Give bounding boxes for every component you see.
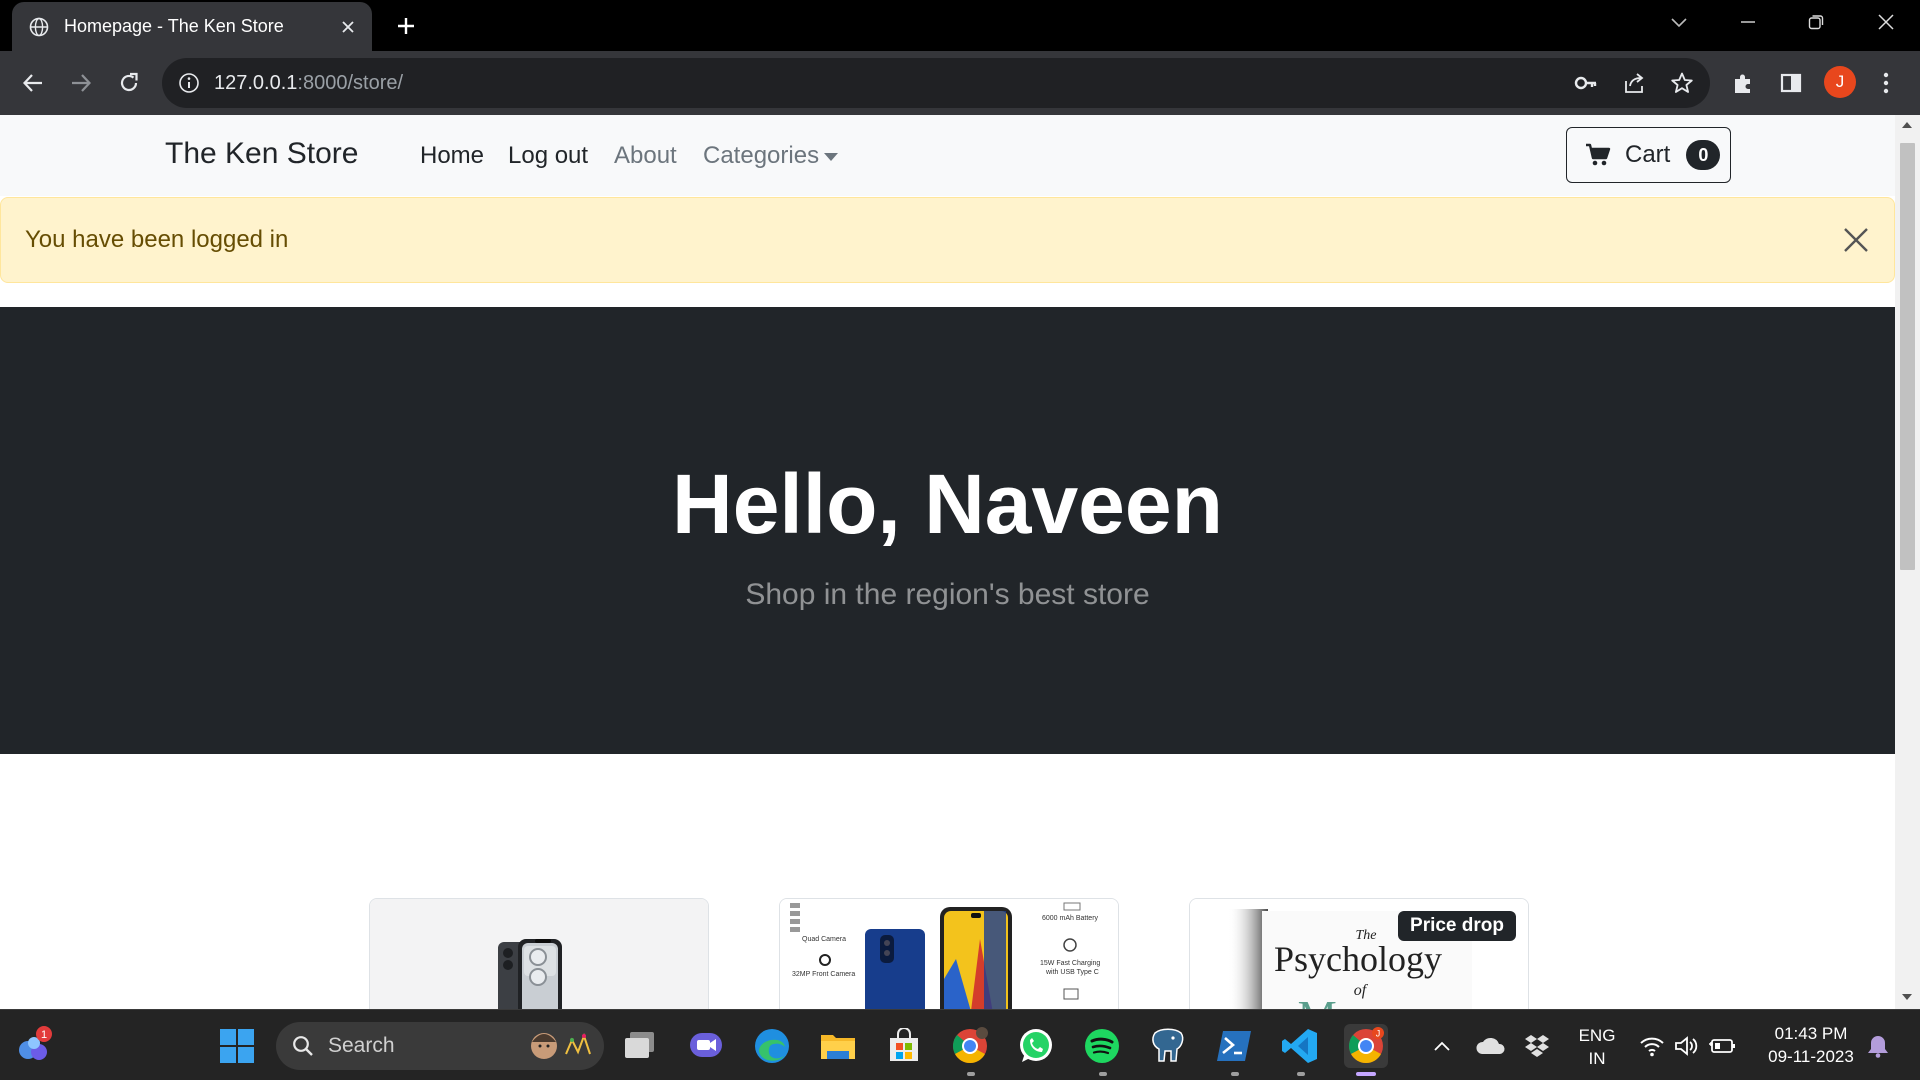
- browser-menu-icon[interactable]: [1866, 63, 1906, 103]
- search-highlight-illustration-icon: [526, 1026, 596, 1066]
- box-text-usb: with USB Type C: [1045, 969, 1099, 976]
- meet-chat-icon[interactable]: [684, 1024, 728, 1068]
- file-explorer-icon[interactable]: [816, 1024, 860, 1068]
- region-code: IN: [1588, 1049, 1606, 1068]
- site-info-icon[interactable]: [178, 72, 200, 94]
- side-panel-icon[interactable]: [1771, 63, 1811, 103]
- page-scrollbar[interactable]: [1895, 115, 1920, 1009]
- product-image[interactable]: [370, 899, 708, 1009]
- url-text[interactable]: 127.0.0.1:8000/store/: [214, 72, 403, 95]
- bookmark-star-icon[interactable]: [1670, 71, 1694, 95]
- book-title-money: Money: [1298, 992, 1423, 1009]
- browser-titlebar: Homepage - The Ken Store: [0, 0, 1920, 51]
- reload-button[interactable]: [109, 63, 149, 103]
- clock[interactable]: 01:43 PM 09-11-2023: [1752, 1022, 1870, 1068]
- nav-about[interactable]: About: [614, 142, 677, 170]
- language-indicator[interactable]: ENG IN: [1572, 1024, 1622, 1070]
- samsung-phone-box-image: Quad Camera 32MP Front Camera 6000 mAh B…: [790, 902, 1100, 1009]
- new-tab-button[interactable]: [388, 8, 424, 44]
- active-app-indicator: [1356, 1072, 1376, 1076]
- search-label: Search: [328, 1034, 395, 1057]
- notification-bell-icon[interactable]: [1856, 1024, 1900, 1068]
- minimize-icon[interactable]: [1720, 0, 1776, 44]
- scroll-down-arrow-icon[interactable]: [1901, 993, 1913, 1001]
- spotify-running-indicator: [1099, 1072, 1107, 1076]
- share-icon[interactable]: [1622, 71, 1646, 95]
- profile-avatar[interactable]: J: [1824, 66, 1856, 98]
- dropbox-icon[interactable]: [1515, 1024, 1559, 1068]
- vscode-icon[interactable]: [1278, 1024, 1322, 1068]
- taskbar-search[interactable]: Search: [276, 1022, 604, 1070]
- spotify-icon[interactable]: [1080, 1024, 1124, 1068]
- scroll-up-arrow-icon[interactable]: [1901, 121, 1913, 129]
- widgets-badge-count: 1: [41, 1029, 47, 1041]
- box-text-quad-camera: Quad Camera: [802, 936, 846, 943]
- task-view-icon[interactable]: [618, 1024, 662, 1068]
- chrome-running-indicator: [967, 1072, 975, 1076]
- restore-icon[interactable]: [1788, 0, 1844, 44]
- cart-count-badge: 0: [1686, 140, 1721, 170]
- nav-home[interactable]: Home: [420, 142, 484, 170]
- windows-start-icon[interactable]: [215, 1024, 259, 1068]
- powershell-icon[interactable]: [1212, 1024, 1256, 1068]
- site-brand[interactable]: The Ken Store: [165, 137, 358, 171]
- nav-categories-dropdown[interactable]: Categories: [703, 142, 839, 170]
- microsoft-store-icon[interactable]: [882, 1024, 926, 1068]
- box-text-front-camera: 32MP Front Camera: [792, 971, 855, 978]
- windows-taskbar: 1 Search J ENG IN 01:43 PM 09-11-2023: [0, 1009, 1920, 1080]
- clock-date: 09-11-2023: [1768, 1047, 1854, 1066]
- whatsapp-icon[interactable]: [1014, 1024, 1058, 1068]
- show-hidden-icons-chevron-icon[interactable]: [1420, 1024, 1464, 1068]
- product-card[interactable]: The Psychology of Money Price drop: [1189, 898, 1529, 1009]
- product-card[interactable]: Quad Camera 32MP Front Camera 6000 mAh B…: [779, 898, 1119, 1009]
- product-card[interactable]: [369, 898, 709, 1009]
- hero-banner: Hello, Naveen Shop in the region's best …: [0, 307, 1895, 754]
- globe-icon: [29, 17, 49, 37]
- caret-down-icon: [824, 153, 839, 161]
- price-drop-badge: Price drop: [1398, 911, 1516, 941]
- extensions-puzzle-icon[interactable]: [1723, 63, 1763, 103]
- edge-browser-icon[interactable]: [750, 1024, 794, 1068]
- page-viewport: The Ken Store Home Log out About Categor…: [0, 115, 1895, 1009]
- back-button[interactable]: [13, 63, 53, 103]
- hero-heading: Hello, Naveen: [672, 457, 1223, 551]
- book-title-psychology: Psychology: [1274, 939, 1442, 979]
- postgresql-elephant-icon[interactable]: [1146, 1024, 1190, 1068]
- box-text-battery: 6000 mAh Battery: [1042, 915, 1099, 922]
- close-icon[interactable]: [1840, 224, 1872, 256]
- address-bar[interactable]: 127.0.0.1:8000/store/: [162, 58, 1710, 108]
- chrome-profile-icon[interactable]: J: [1344, 1024, 1388, 1068]
- hero-subheading: Shop in the region's best store: [745, 578, 1150, 611]
- chrome-icon[interactable]: [948, 1024, 992, 1068]
- clock-time: 01:43 PM: [1774, 1024, 1848, 1043]
- cart-label: Cart: [1625, 141, 1671, 168]
- alert-message: You have been logged in: [25, 226, 289, 253]
- tab-search-chevron-icon[interactable]: [1651, 0, 1707, 44]
- scrollbar-thumb[interactable]: [1900, 143, 1915, 570]
- site-navbar: The Ken Store Home Log out About Categor…: [0, 115, 1895, 196]
- tab-title: Homepage - The Ken Store: [64, 16, 284, 36]
- browser-tab[interactable]: Homepage - The Ken Store: [12, 2, 372, 51]
- product-image[interactable]: Quad Camera 32MP Front Camera 6000 mAh B…: [780, 899, 1118, 1009]
- vscode-running-indicator: [1297, 1072, 1305, 1076]
- close-tab-icon[interactable]: [332, 11, 364, 43]
- search-icon: [292, 1035, 314, 1057]
- powershell-running-indicator: [1231, 1072, 1239, 1076]
- nav-logout[interactable]: Log out: [508, 142, 588, 170]
- shopping-cart-icon: [1585, 143, 1611, 167]
- widgets-icon[interactable]: 1: [12, 1024, 56, 1068]
- chrome-profile-initial: J: [1376, 1029, 1381, 1039]
- phone-product-image: [498, 939, 562, 1009]
- browser-toolbar: 127.0.0.1:8000/store/ J: [0, 51, 1920, 115]
- login-alert: You have been logged in: [0, 197, 1895, 283]
- close-window-icon[interactable]: [1858, 0, 1914, 44]
- password-key-icon[interactable]: [1574, 72, 1598, 94]
- language-code: ENG: [1578, 1026, 1616, 1045]
- categories-label: Categories: [703, 142, 820, 169]
- box-text-charging: 15W Fast Charging: [1040, 960, 1100, 967]
- battery-icon[interactable]: [1700, 1024, 1744, 1068]
- cart-button[interactable]: Cart 0: [1566, 127, 1731, 183]
- onedrive-cloud-icon[interactable]: [1469, 1024, 1513, 1068]
- forward-button[interactable]: [61, 63, 101, 103]
